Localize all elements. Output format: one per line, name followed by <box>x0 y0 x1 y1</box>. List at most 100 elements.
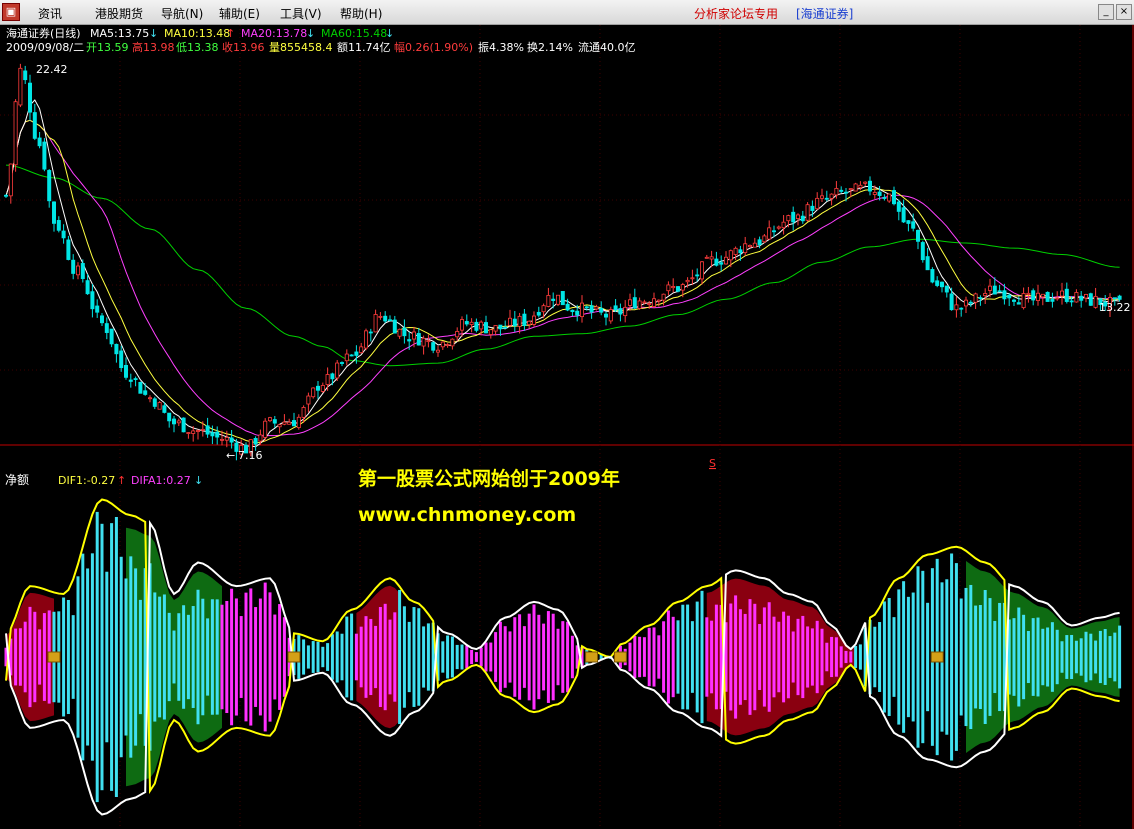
histogram-bar <box>364 616 368 698</box>
candle-body <box>483 322 488 334</box>
histogram-bar <box>758 624 762 690</box>
signal-marker-icon <box>930 651 944 663</box>
histogram-bar <box>422 626 426 688</box>
histogram-bar <box>642 637 646 677</box>
candle-body <box>848 188 853 191</box>
candle-body <box>90 291 95 310</box>
minimize-icon[interactable]: _ <box>1098 4 1114 20</box>
candle-body <box>503 326 508 329</box>
histogram-bar <box>225 600 229 714</box>
candle-body <box>301 407 306 418</box>
candle-body <box>349 354 354 357</box>
candle-body <box>680 284 685 291</box>
close-label: 收13.96 <box>222 40 265 54</box>
menu-item-tools[interactable]: 工具(V) <box>280 5 322 22</box>
candle-body <box>911 221 916 229</box>
histogram-bar <box>460 644 464 670</box>
ma10-up-arrow-icon: ↑ <box>226 27 235 40</box>
histogram-bar <box>326 643 330 671</box>
candle-body <box>296 416 301 428</box>
candle-body <box>32 112 37 139</box>
candle-body <box>1026 292 1031 295</box>
histogram-bar <box>695 601 699 713</box>
candle-body <box>791 211 796 223</box>
histogram-bar <box>993 620 997 694</box>
menu-item-hk-futures[interactable]: 港股期货 <box>95 5 143 22</box>
candle-body <box>1060 290 1065 297</box>
histogram-bar <box>916 566 920 748</box>
histogram-bar <box>892 617 896 697</box>
candle-body <box>162 405 167 413</box>
min-price-arrow-icon: ← <box>226 449 235 462</box>
histogram-bar <box>28 606 32 708</box>
histogram-bar <box>1046 627 1050 687</box>
histogram-bar <box>498 621 502 693</box>
histogram-bar <box>801 615 805 699</box>
histogram-bar <box>412 607 416 707</box>
histogram-bar <box>513 617 517 697</box>
histogram-bar <box>786 615 790 699</box>
stock-chart[interactable]: 海通证券(日线) MA5:13.75 ↓ MA10:13.48 ↑ MA20:1… <box>0 25 1134 829</box>
histogram-bar <box>566 621 570 693</box>
histogram-bar <box>666 610 670 704</box>
histogram-bar <box>383 603 387 711</box>
histogram-bar <box>273 614 277 700</box>
histogram-bar <box>62 597 66 717</box>
histogram-bar <box>378 607 382 707</box>
candle-body <box>671 286 676 289</box>
histogram-bar <box>186 614 190 700</box>
candle-body <box>536 311 541 316</box>
candle-body <box>306 395 311 405</box>
menu-item-help[interactable]: 帮助(H) <box>340 5 382 22</box>
histogram-bar <box>1074 640 1078 674</box>
candle-body <box>71 259 76 274</box>
candle-body <box>1021 293 1026 309</box>
histogram-bar <box>652 627 656 687</box>
candle-body <box>133 378 138 380</box>
histogram-bar <box>1103 629 1107 685</box>
candle-body <box>863 181 868 184</box>
candle-body <box>1064 288 1069 302</box>
close-icon[interactable]: × <box>1116 4 1132 20</box>
histogram-bar <box>1070 634 1074 680</box>
histogram-bar <box>263 582 267 732</box>
histogram-bar <box>335 631 339 683</box>
histogram-bar <box>542 623 546 691</box>
ma60-line <box>5 164 1120 367</box>
candle-body <box>95 305 100 313</box>
candle-body <box>805 204 810 221</box>
histogram-bar <box>974 605 978 709</box>
candle-body <box>944 285 949 293</box>
menu-item-assist[interactable]: 辅助(E) <box>219 5 260 22</box>
candle-body <box>618 308 623 315</box>
difa1-down-arrow-icon: ↓ <box>194 474 203 487</box>
candle-body <box>224 437 229 441</box>
histogram-bar <box>556 628 560 686</box>
dif1-label: DIF1:-0.27 <box>58 474 115 487</box>
candle-body <box>416 333 421 346</box>
candle-body <box>42 141 47 170</box>
price-panel <box>4 63 1122 461</box>
candle-body <box>378 315 383 318</box>
candle-body <box>748 245 753 248</box>
candle-body <box>4 194 9 197</box>
app-logo-icon[interactable]: ▣ <box>2 3 20 21</box>
candle-body <box>642 301 647 304</box>
candle-body <box>829 193 834 199</box>
candle-body <box>541 305 546 313</box>
candle-body <box>263 420 268 438</box>
histogram-bar <box>398 589 402 725</box>
candle-body <box>56 220 61 231</box>
candle-body <box>762 235 767 243</box>
menu-item-navigate[interactable]: 导航(N) <box>161 5 203 22</box>
histogram-bar <box>638 636 642 678</box>
candle-body <box>786 215 791 222</box>
candle-body <box>435 349 440 353</box>
histogram-bar <box>66 599 70 715</box>
candle-body <box>219 438 224 441</box>
candle-body <box>877 191 882 196</box>
menu-item-news[interactable]: 资讯 <box>38 5 62 22</box>
histogram-bar <box>196 589 200 725</box>
histogram-bar <box>820 628 824 686</box>
ma5-label: MA5:13.75 <box>90 27 149 40</box>
